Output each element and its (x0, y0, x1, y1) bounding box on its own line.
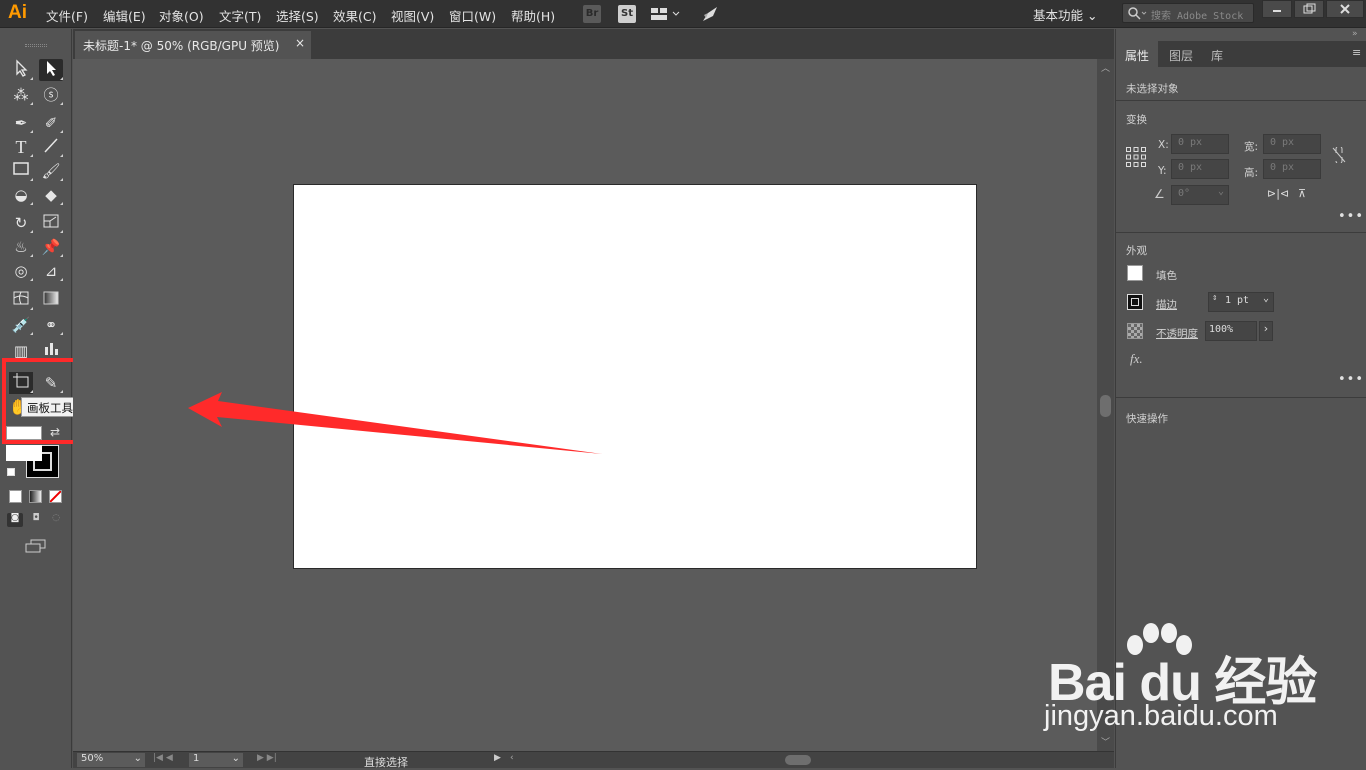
quick-actions-section-title: 快速操作 (1126, 413, 1168, 425)
more-options-icon[interactable]: ••• (1338, 372, 1364, 387)
height-field[interactable]: 0 px (1263, 159, 1321, 179)
first-artboard-icon[interactable]: |◀ ◀ (153, 753, 173, 763)
no-selection-label: 未选择对象 (1126, 83, 1179, 95)
stroke-label[interactable]: 描边 (1156, 297, 1177, 312)
status-menu-icon[interactable]: ▶ (494, 753, 501, 763)
height-label: 高: (1244, 167, 1259, 179)
opacity-arrow-icon[interactable]: › (1259, 321, 1273, 341)
x-label: X: (1158, 139, 1169, 151)
stroke-weight-value: 1 pt (1225, 295, 1250, 306)
status-bar: 50% ⌄ |◀ ◀ 1 ⌄ ▶ ▶| 直接选择 ▶ ‹ (73, 751, 1114, 769)
panel-menu-icon[interactable]: ≡ (1352, 46, 1361, 59)
collapse-panel-icon[interactable]: » (1352, 29, 1358, 39)
stroke-color-swatch[interactable] (1127, 294, 1143, 310)
opacity-field[interactable]: 100% (1205, 321, 1257, 341)
divider (1116, 397, 1366, 398)
watermark-url: jingyan.baidu.com (1044, 700, 1278, 732)
angle-field[interactable]: 0° ⌄ (1171, 185, 1229, 205)
flip-horizontal-icon[interactable]: ⊳|⊲ (1267, 187, 1289, 200)
rotate-angle-icon: ∠ (1154, 187, 1165, 201)
chevron-down-icon: ⌄ (133, 753, 142, 764)
artboard-number: 1 (193, 753, 200, 764)
vertical-scroll-thumb[interactable] (1100, 395, 1111, 417)
y-field[interactable]: 0 px (1171, 159, 1229, 179)
x-field[interactable]: 0 px (1171, 134, 1229, 154)
fx-icon[interactable]: fx. (1130, 351, 1143, 367)
zoom-select[interactable]: 50% ⌄ (77, 753, 145, 767)
scroll-up-icon[interactable]: ︿ (1101, 61, 1110, 74)
panel-tab-bar: 属性 图层 库 ≡ (1116, 41, 1366, 67)
stepper-icon[interactable]: ⇕ (1212, 293, 1217, 303)
width-label: 宽: (1244, 141, 1259, 153)
zoom-value: 50% (81, 753, 104, 764)
more-options-icon[interactable]: ••• (1338, 209, 1364, 224)
stroke-weight-field[interactable]: ⇕ 1 pt ⌄ (1208, 292, 1274, 312)
tab-properties[interactable]: 属性 (1116, 41, 1159, 67)
artboard-number-select[interactable]: 1 ⌄ (189, 753, 243, 767)
last-artboard-icon[interactable]: ▶ ▶| (257, 753, 277, 763)
flip-vertical-icon[interactable]: ⊼ (1298, 187, 1306, 200)
chevron-down-icon: ⌄ (1262, 293, 1269, 304)
divider (1116, 232, 1366, 233)
reference-point-icon[interactable] (1126, 147, 1146, 170)
constrain-proportions-icon[interactable] (1332, 145, 1346, 166)
y-label: Y: (1158, 165, 1167, 177)
scroll-left-icon[interactable]: ‹ (510, 753, 514, 763)
appearance-section-title: 外观 (1126, 245, 1147, 257)
opacity-label[interactable]: 不透明度 (1156, 326, 1198, 341)
fill-color-swatch[interactable] (1127, 265, 1143, 281)
transform-section-title: 变换 (1126, 114, 1147, 126)
angle-value: 0° (1178, 188, 1191, 199)
horizontal-scroll-thumb[interactable] (785, 755, 811, 765)
divider (1116, 100, 1366, 101)
opacity-icon[interactable] (1127, 323, 1143, 339)
width-field[interactable]: 0 px (1263, 134, 1321, 154)
tab-libraries[interactable]: 库 (1202, 41, 1232, 67)
fill-label: 填色 (1156, 270, 1177, 282)
paw-icon (1127, 623, 1192, 655)
chevron-down-icon: ⌄ (231, 753, 240, 764)
scroll-down-icon[interactable]: ﹀ (1101, 735, 1110, 748)
tab-layers[interactable]: 图层 (1160, 41, 1202, 67)
chevron-down-icon: ⌄ (1217, 186, 1224, 197)
